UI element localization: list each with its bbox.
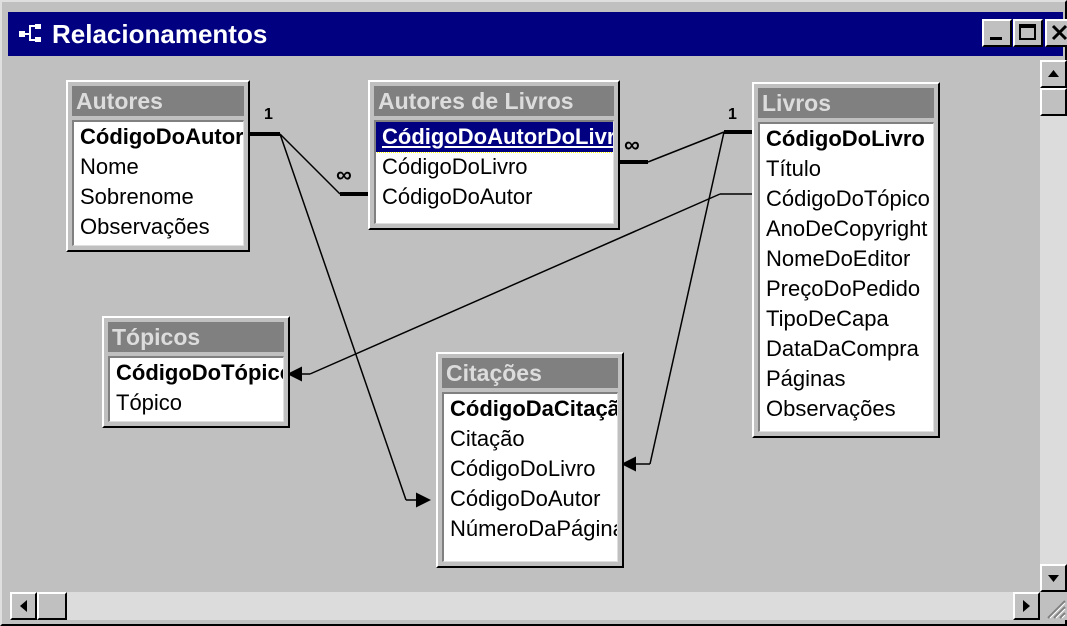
relationships-window: Relacionamentos 1 ∞ ∞ 1 Autores CódigoDo… (0, 0, 1067, 626)
scroll-right-button[interactable] (1013, 592, 1040, 620)
rel-line (647, 131, 725, 163)
field-list[interactable]: CódigoDoAutorDoLivro CódigoDoLivro Códig… (374, 120, 614, 224)
field-item[interactable]: Tópico (110, 388, 283, 418)
field-primary-key[interactable]: CódigoDoAutorDoLivro (376, 122, 613, 153)
table-title[interactable]: Citações (442, 358, 618, 388)
vertical-scroll-thumb[interactable] (1040, 88, 1067, 116)
arrow-up-icon (1048, 70, 1059, 77)
table-title[interactable]: Autores (72, 86, 244, 116)
field-primary-key[interactable]: CódigoDoAutor (74, 122, 243, 152)
field-item[interactable]: Sobrenome (74, 182, 243, 212)
scroll-up-button[interactable] (1040, 60, 1067, 88)
close-button[interactable] (1045, 19, 1067, 47)
arrow-right-icon (1023, 600, 1030, 612)
field-list[interactable]: CódigoDoTópico Tópico (108, 356, 284, 422)
table-title[interactable]: Autores de Livros (374, 86, 614, 116)
scroll-down-button[interactable] (1040, 564, 1067, 592)
field-item[interactable]: NúmeroDaPágina (444, 514, 617, 544)
field-item[interactable]: NomeDoEditor (760, 244, 933, 274)
rel-line (649, 131, 725, 465)
field-item[interactable]: Páginas (760, 364, 933, 394)
horizontal-scrollbar[interactable] (10, 592, 1040, 620)
field-item[interactable]: Citação (444, 424, 617, 454)
table-autores-de-livros[interactable]: Autores de Livros CódigoDoAutorDoLivro C… (368, 80, 620, 230)
resize-grip-icon (1047, 600, 1066, 619)
scroll-left-button[interactable] (10, 592, 37, 620)
field-item[interactable]: CódigoDoLivro (376, 152, 613, 182)
field-item[interactable]: CódigoDoAutor (376, 182, 613, 212)
rel-many-label: ∞ (624, 132, 640, 157)
field-item[interactable]: CódigoDoTópico (760, 184, 933, 214)
field-item[interactable]: Observações (74, 212, 243, 242)
table-citacoes[interactable]: Citações CódigoDaCitação Citação CódigoD… (436, 352, 624, 568)
resize-grip[interactable] (1040, 592, 1067, 620)
field-item[interactable]: DataDaCompra (760, 334, 933, 364)
title-bar[interactable]: Relacionamentos (8, 12, 1067, 56)
field-item[interactable]: CódigoDoLivro (444, 454, 617, 484)
table-livros[interactable]: Livros CódigoDoLivro Título CódigoDoTópi… (752, 82, 940, 438)
close-icon (1051, 24, 1067, 41)
relationships-canvas[interactable]: 1 ∞ ∞ 1 Autores CódigoDoAutor Nome Sobre… (10, 60, 1040, 580)
arrow-down-icon (1048, 575, 1059, 582)
minimize-icon (990, 37, 1002, 40)
field-item[interactable]: CódigoDoAutor (444, 484, 617, 514)
field-item[interactable]: Título (760, 154, 933, 184)
maximize-icon (1019, 24, 1036, 40)
field-item[interactable]: Observações (760, 394, 933, 424)
rel-one-label: 1 (264, 106, 273, 123)
vertical-scrollbar[interactable] (1040, 60, 1067, 592)
field-item[interactable]: AnoDeCopyright (760, 214, 933, 244)
minimize-button[interactable] (982, 19, 1012, 47)
field-primary-key[interactable]: CódigoDoLivro (760, 124, 933, 154)
field-list[interactable]: CódigoDaCitação Citação CódigoDoLivro Có… (442, 392, 618, 562)
table-title[interactable]: Livros (758, 88, 934, 118)
rel-one-label: 1 (728, 106, 737, 123)
field-primary-key[interactable]: CódigoDoTópico (110, 358, 283, 388)
field-primary-key[interactable]: CódigoDaCitação (444, 394, 617, 424)
maximize-button[interactable] (1013, 19, 1043, 47)
table-topicos[interactable]: Tópicos CódigoDoTópico Tópico (102, 316, 290, 428)
window-title: Relacionamentos (52, 19, 268, 49)
rel-many-label: ∞ (336, 162, 352, 187)
field-item[interactable]: Nome (74, 152, 243, 182)
rel-line (279, 133, 341, 195)
horizontal-scroll-thumb[interactable] (37, 592, 67, 620)
table-title[interactable]: Tópicos (108, 322, 284, 352)
arrow-left-icon (20, 600, 27, 612)
field-list[interactable]: CódigoDoAutor Nome Sobrenome Observações (72, 120, 244, 246)
field-list[interactable]: CódigoDoLivro Título CódigoDoTópico AnoD… (758, 122, 934, 432)
field-item[interactable]: PreçoDoPedido (760, 274, 933, 304)
field-item[interactable]: TipoDeCapa (760, 304, 933, 334)
table-autores[interactable]: Autores CódigoDoAutor Nome Sobrenome Obs… (66, 80, 250, 252)
relationships-icon (19, 24, 41, 42)
